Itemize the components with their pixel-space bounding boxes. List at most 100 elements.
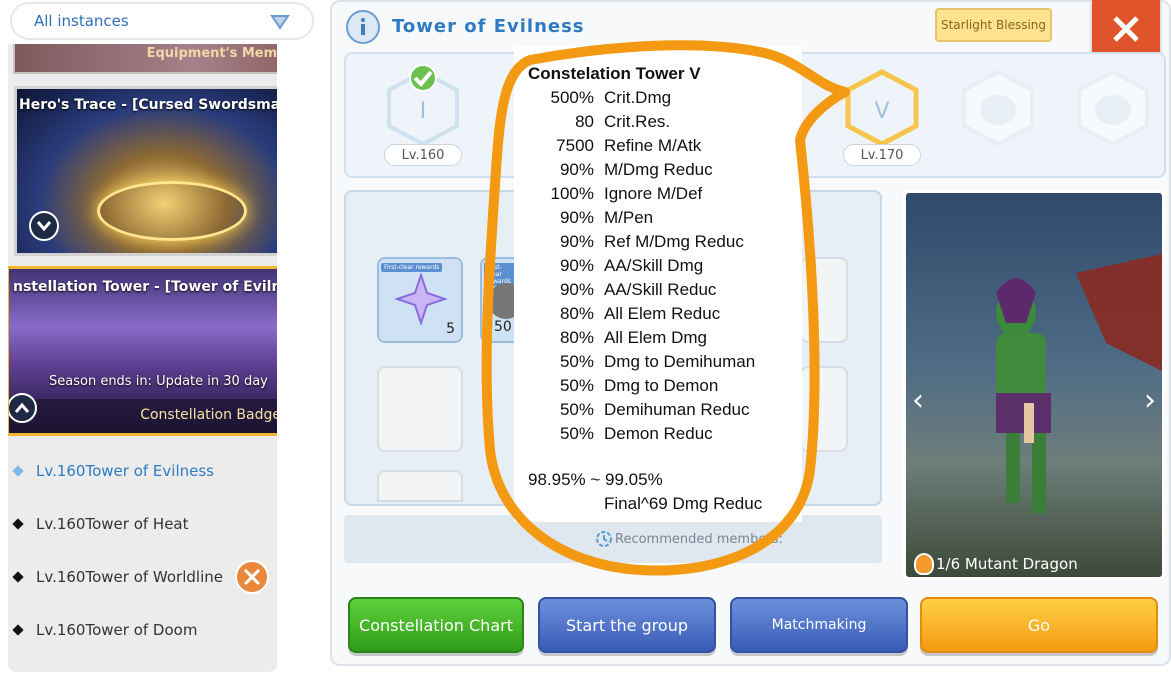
locked-level-hex[interactable]: [1073, 68, 1153, 148]
stat-value: 90%: [559, 232, 594, 251]
stat-value: 100%: [550, 184, 594, 203]
stat-row: 500% Crit.Dmg: [514, 88, 672, 108]
info-icon[interactable]: [346, 10, 380, 44]
stat-value: 90%: [559, 160, 594, 179]
stat-row: 90% AA/Skill Dmg: [514, 256, 703, 276]
stat-name: Crit.Dmg: [604, 88, 672, 107]
recommended-label: Recommended members:: [615, 531, 783, 547]
stat-name: Ref M/Dmg Reduc: [604, 232, 744, 251]
tower-item-label: Lv.160Tower of Worldline: [36, 568, 223, 586]
boss-name: 1/6 Mutant Dragon: [936, 555, 1078, 573]
badge-label: Constellation Badge: [140, 407, 277, 423]
stat-row: 90% AA/Skill Reduc: [514, 280, 716, 300]
starlight-blessing-button[interactable]: Starlight Blessing: [935, 8, 1052, 42]
tower-item-heat[interactable]: Lv.160Tower of Heat: [12, 515, 189, 533]
level-roman: V: [874, 99, 889, 124]
stat-row: 50% Demon Reduc: [514, 424, 713, 444]
stat-row: 7500 Refine M/Atk: [514, 136, 701, 156]
stat-value: 90%: [559, 256, 594, 275]
bullet-icon: [12, 518, 24, 530]
go-button[interactable]: Go: [920, 597, 1158, 653]
stat-value: 50%: [559, 352, 594, 371]
stat-value: 7500: [556, 136, 594, 155]
matchmaking-button[interactable]: Matchmaking: [730, 597, 908, 653]
tower-item-evilness[interactable]: Lv.160Tower of Evilness: [12, 462, 214, 480]
stat-name: Dmg to Demihuman: [604, 352, 756, 371]
instance-card-constellation-tower[interactable]: nstellation Tower - [Tower of Evilne Sea…: [8, 266, 277, 436]
season-timer: Season ends in: Update in 30 day: [49, 374, 268, 389]
expand-button[interactable]: [29, 211, 59, 241]
instance-card-equipment[interactable]: Equipment's Memory: [13, 44, 277, 74]
constellation-chart-button[interactable]: Constellation Chart: [348, 597, 524, 653]
previous-arrow-icon[interactable]: ‹: [912, 383, 924, 418]
stat-value: 50%: [559, 376, 594, 395]
boss-preview: ‹ › 1/6 Mutant Dragon: [903, 190, 1165, 580]
chevron-down-icon: [270, 15, 290, 30]
reward-slot[interactable]: First-clear rewards 5: [377, 257, 463, 343]
stat-row: 80 Crit.Res.: [514, 112, 670, 132]
instance-card-title: Equipment's Memory: [146, 46, 277, 61]
level-hex-5[interactable]: V: [842, 68, 922, 148]
checkmark-icon: [409, 64, 437, 92]
bullet-icon: [12, 624, 24, 636]
stat-name: M/Dmg Reduc: [604, 160, 713, 179]
dragon-image: [996, 253, 1162, 513]
instance-card-title: Hero's Trace - [Cursed Swordsman]: [19, 97, 277, 113]
stat-value: 90%: [559, 208, 594, 227]
instance-filter-dropdown[interactable]: All instances: [10, 2, 314, 40]
instance-card-title: nstellation Tower - [Tower of Evilne: [13, 279, 277, 295]
stat-value: 80%: [559, 304, 594, 323]
stat-name: M/Pen: [604, 208, 654, 227]
empty-slot: [377, 366, 463, 452]
level-label: Lv.160: [384, 144, 462, 166]
stat-name: Dmg to Demon: [604, 376, 719, 395]
level-label: Lv.170: [843, 144, 921, 166]
crossed-swords-icon: [235, 560, 269, 594]
constellation-badge-bar: Constellation Badge: [9, 399, 277, 433]
page-title: Tower of Evilness: [392, 16, 585, 37]
stat-row: 90% Ref M/Dmg Reduc: [514, 232, 744, 252]
stat-name: Ignore M/Def: [604, 184, 703, 203]
bullet-icon: [12, 571, 24, 583]
stat-value: 80: [575, 112, 594, 131]
reward-quantity: 5: [446, 321, 455, 337]
stat-name: All Elem Reduc: [604, 304, 721, 323]
stat-row: 80% All Elem Reduc: [514, 304, 720, 324]
close-button[interactable]: [1092, 0, 1160, 58]
collapse-button[interactable]: [9, 393, 37, 423]
start-group-button[interactable]: Start the group: [538, 597, 716, 653]
stat-row: 50% Dmg to Demon: [514, 376, 718, 396]
tower-item-label: Lv.160Tower of Evilness: [36, 462, 214, 480]
next-arrow-icon[interactable]: ›: [1144, 383, 1156, 418]
stat-name: AA/Skill Dmg: [604, 256, 704, 275]
first-clear-tag: First-clear rewards: [381, 263, 443, 272]
close-icon: [1113, 16, 1139, 42]
stat-row: 90% M/Pen: [514, 208, 653, 228]
instance-card-heros-trace[interactable]: Hero's Trace - [Cursed Swordsman]: [14, 86, 277, 256]
crystal-icon: [395, 273, 447, 325]
stats-tooltip: Constelation Tower V 500% Crit.Dmg 80 Crit…: [514, 46, 802, 522]
stat-value: 500%: [550, 88, 594, 107]
reward-quantity: 50: [494, 319, 512, 335]
stat-name: Demon Reduc: [604, 424, 713, 443]
stat-row: 80% All Elem Dmg: [514, 328, 707, 348]
final-reduction-range: 98.95% ~ 99.05%: [528, 470, 663, 489]
clock-icon: [596, 531, 612, 547]
stat-value: 50%: [559, 400, 594, 419]
empty-slot: [377, 470, 463, 502]
stat-name: All Elem Dmg: [604, 328, 707, 347]
stat-name: Demihuman Reduc: [604, 400, 750, 419]
stat-name: Crit.Res.: [604, 112, 671, 131]
empty-slot: [800, 366, 848, 452]
locked-level-hex[interactable]: [958, 68, 1038, 148]
stat-name: AA/Skill Reduc: [604, 280, 717, 299]
stat-row: 50% Dmg to Demihuman: [514, 352, 755, 372]
tower-item-doom[interactable]: Lv.160Tower of Doom: [12, 621, 197, 639]
stat-row: 100% Ignore M/Def: [514, 184, 703, 204]
stat-value: 80%: [559, 328, 594, 347]
arena-image: [97, 181, 247, 241]
tower-item-worldline[interactable]: Lv.160Tower of Worldline: [12, 568, 223, 586]
bullet-icon: [12, 465, 24, 477]
tower-item-label: Lv.160Tower of Heat: [36, 515, 189, 533]
stat-name: Refine M/Atk: [604, 136, 702, 155]
